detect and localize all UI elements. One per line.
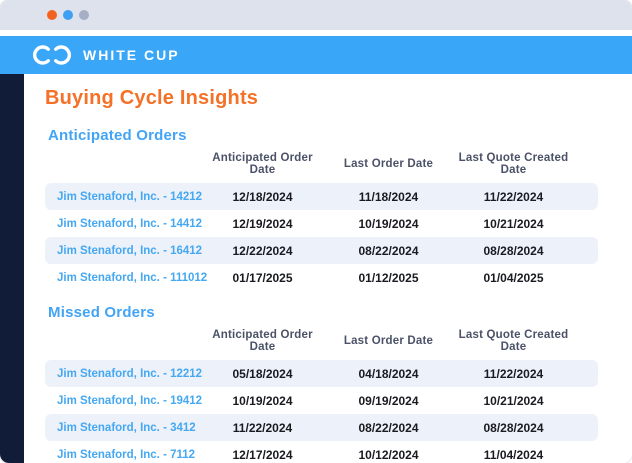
- last-quote-created-date: 08/28/2024: [483, 420, 544, 435]
- anticipated-order-date: 12/19/2024: [232, 216, 293, 231]
- table-row: Jim Stenaford, Inc. - 19412 10/19/2024 0…: [45, 387, 598, 414]
- table-row: Jim Stenaford, Inc. - 14212 12/18/2024 1…: [45, 183, 598, 210]
- section-title-anticipated-orders: Anticipated Orders: [48, 127, 187, 144]
- last-order-date: 11/18/2024: [358, 189, 419, 204]
- column-header-anticipated-order-date: Anticipated Order Date: [212, 152, 313, 176]
- last-order-date: 10/12/2024: [358, 447, 419, 462]
- table-row: Jim Stenaford, Inc. - 7112 12/17/2024 10…: [45, 441, 598, 463]
- table-row: Jim Stenaford, Inc. - 3412 11/22/2024 08…: [45, 414, 598, 441]
- last-quote-created-date: 11/22/2024: [483, 366, 544, 381]
- anticipated-order-date: 05/18/2024: [232, 366, 293, 381]
- customer-link[interactable]: Jim Stenaford, Inc. - 14212: [45, 191, 202, 203]
- table-header-row: Anticipated Order Date Last Order Date L…: [45, 329, 598, 353]
- last-order-date: 01/12/2025: [358, 270, 419, 285]
- last-quote-created-date: 10/21/2024: [483, 393, 544, 408]
- anticipated-order-date: 11/22/2024: [232, 420, 293, 435]
- browser-window: WHITE CUP Buying Cycle Insights Anticipa…: [0, 0, 632, 463]
- section-title-missed-orders: Missed Orders: [48, 304, 155, 321]
- last-quote-created-date: 11/04/2024: [483, 447, 544, 462]
- anticipated-order-date: 12/17/2024: [232, 447, 293, 462]
- table-row: Jim Stenaford, Inc. - 14412 12/19/2024 1…: [45, 210, 598, 237]
- last-order-date: 08/22/2024: [358, 420, 419, 435]
- brand-name[interactable]: WHITE CUP: [83, 47, 180, 63]
- column-header-last-quote-created-date: Last Quote Created Date: [458, 152, 569, 176]
- customer-link[interactable]: Jim Stenaford, Inc. - 3412: [45, 422, 200, 434]
- window-titlebar: [0, 0, 632, 30]
- anticipated-order-date: 12/22/2024: [232, 243, 293, 258]
- column-header-anticipated-order-date: Anticipated Order Date: [212, 329, 313, 353]
- table-row: Jim Stenaford, Inc. - 12212 05/18/2024 0…: [45, 360, 598, 387]
- anticipated-order-date: 10/19/2024: [232, 393, 293, 408]
- column-header-last-quote-created-date: Last Quote Created Date: [458, 329, 569, 353]
- customer-link[interactable]: Jim Stenaford, Inc. - 14412: [45, 218, 202, 230]
- app-header: WHITE CUP: [0, 36, 632, 74]
- main-content: Buying Cycle Insights Anticipated Orders…: [24, 74, 632, 463]
- table-row: Jim Stenaford, Inc. - 111012 01/17/2025 …: [45, 264, 598, 291]
- last-order-date: 10/19/2024: [358, 216, 419, 231]
- customer-link[interactable]: Jim Stenaford, Inc. - 7112: [45, 449, 200, 461]
- customer-link[interactable]: Jim Stenaford, Inc. - 16412: [45, 245, 202, 257]
- last-quote-created-date: 11/22/2024: [483, 189, 544, 204]
- last-order-date: 04/18/2024: [358, 366, 419, 381]
- column-header-last-order-date: Last Order Date: [343, 158, 434, 170]
- window-minimize-button[interactable]: [63, 10, 73, 20]
- anticipated-order-date: 12/18/2024: [232, 189, 293, 204]
- last-order-date: 08/22/2024: [358, 243, 419, 258]
- last-order-date: 09/19/2024: [358, 393, 419, 408]
- column-header-last-order-date: Last Order Date: [343, 335, 434, 347]
- customer-link[interactable]: Jim Stenaford, Inc. - 12212: [45, 368, 202, 380]
- last-quote-created-date: 01/04/2025: [483, 270, 544, 285]
- page-title: Buying Cycle Insights: [45, 87, 259, 109]
- anticipated-order-date: 01/17/2025: [232, 270, 293, 285]
- last-quote-created-date: 08/28/2024: [483, 243, 544, 258]
- left-sidebar-rail: [0, 74, 24, 463]
- white-cup-logo-icon[interactable]: [30, 44, 74, 66]
- window-close-button[interactable]: [47, 10, 57, 20]
- table-row: Jim Stenaford, Inc. - 16412 12/22/2024 0…: [45, 237, 598, 264]
- table-header-row: Anticipated Order Date Last Order Date L…: [45, 152, 598, 176]
- anticipated-orders-section: Anticipated Orders Anticipated Order Dat…: [45, 127, 632, 291]
- customer-link[interactable]: Jim Stenaford, Inc. - 111012: [45, 272, 207, 284]
- customer-link[interactable]: Jim Stenaford, Inc. - 19412: [45, 395, 202, 407]
- missed-orders-section: Missed Orders Anticipated Order Date Las…: [45, 304, 632, 463]
- window-controls: [47, 10, 89, 20]
- last-quote-created-date: 10/21/2024: [483, 216, 544, 231]
- window-maximize-button[interactable]: [79, 10, 89, 20]
